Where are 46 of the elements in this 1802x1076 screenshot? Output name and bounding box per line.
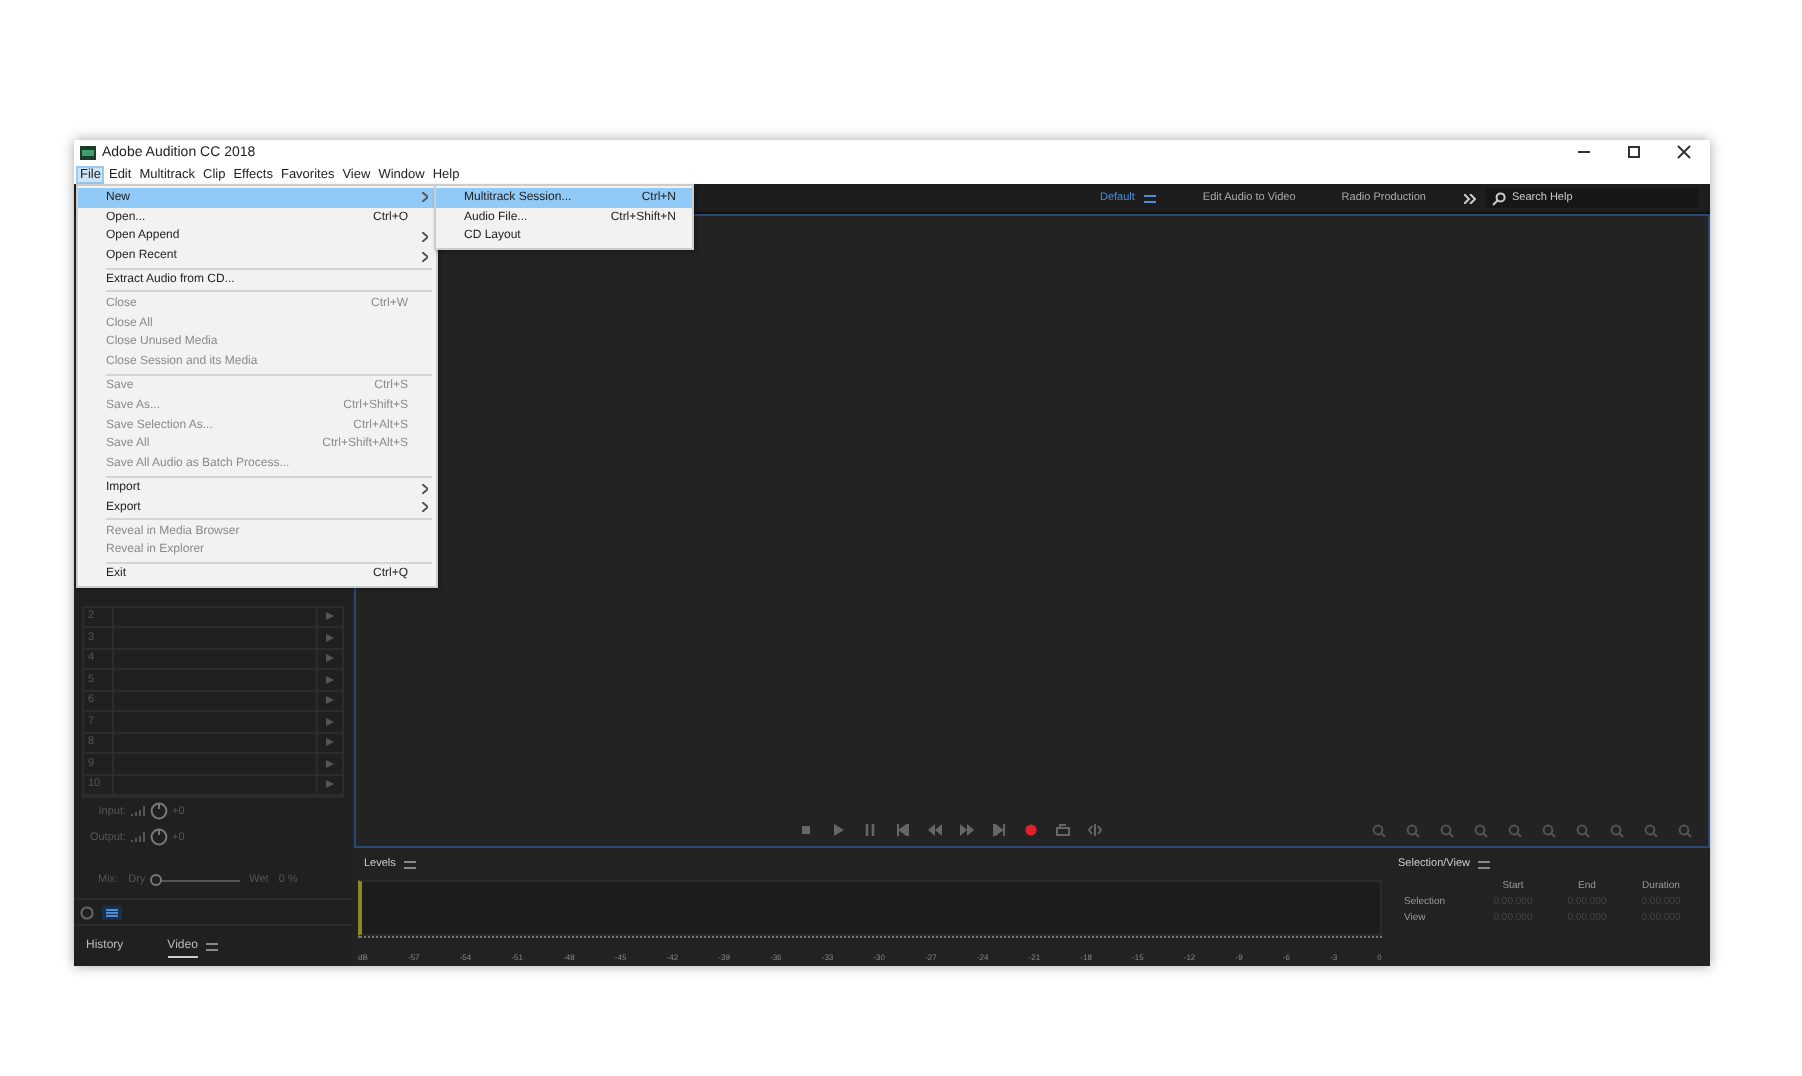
zoom-icon[interactable] xyxy=(1370,823,1386,837)
loop-icon[interactable] xyxy=(1056,824,1070,836)
app-icon xyxy=(80,145,96,159)
record-icon[interactable] xyxy=(1024,824,1038,836)
play-icon[interactable] xyxy=(326,675,334,684)
play-icon[interactable] xyxy=(326,717,334,726)
chevron-icon xyxy=(422,192,428,203)
power-icon[interactable] xyxy=(80,905,94,919)
fast-forward-icon[interactable] xyxy=(960,824,974,836)
menu-icon[interactable] xyxy=(1144,193,1157,203)
play-icon[interactable] xyxy=(326,780,334,789)
slider-thumb[interactable] xyxy=(149,874,162,886)
play-icon[interactable] xyxy=(326,696,334,705)
zoom-icon[interactable] xyxy=(1574,823,1590,837)
zoom-icon[interactable] xyxy=(1642,823,1658,837)
list-icon[interactable] xyxy=(102,905,122,919)
zoom-icon[interactable] xyxy=(1404,823,1420,837)
stop-icon[interactable] xyxy=(800,824,814,836)
rewind-icon[interactable] xyxy=(928,824,942,836)
zoom-icon[interactable] xyxy=(1472,823,1488,837)
signal-bars-icon xyxy=(130,806,146,816)
knob-icon[interactable] xyxy=(150,802,168,820)
to-end-icon[interactable] xyxy=(992,824,1006,836)
menu-icon[interactable] xyxy=(403,859,416,869)
chevrons-icon[interactable] xyxy=(1464,193,1476,203)
signal-bars-icon xyxy=(130,832,146,842)
maximize-icon[interactable] xyxy=(1626,144,1642,160)
search-icon xyxy=(1492,191,1506,205)
play-icon[interactable] xyxy=(326,612,334,621)
to-start-icon[interactable] xyxy=(896,824,910,836)
play-icon[interactable] xyxy=(326,633,334,642)
play-icon[interactable] xyxy=(326,759,334,768)
zoom-icon[interactable] xyxy=(1438,823,1454,837)
skip-icon[interactable] xyxy=(1088,824,1102,836)
pause-icon[interactable] xyxy=(864,824,878,836)
play-icon[interactable] xyxy=(832,824,846,836)
zoom-icon[interactable] xyxy=(1540,823,1556,837)
zoom-icon[interactable] xyxy=(1608,823,1624,837)
menu-icon[interactable] xyxy=(205,941,218,951)
close-icon[interactable] xyxy=(1676,144,1692,160)
zoom-icon[interactable] xyxy=(1676,823,1692,837)
menu-icon[interactable] xyxy=(1477,859,1490,869)
knob-icon[interactable] xyxy=(150,828,168,846)
play-icon[interactable] xyxy=(326,738,334,747)
play-icon[interactable] xyxy=(326,654,334,663)
zoom-icon[interactable] xyxy=(1506,823,1522,837)
